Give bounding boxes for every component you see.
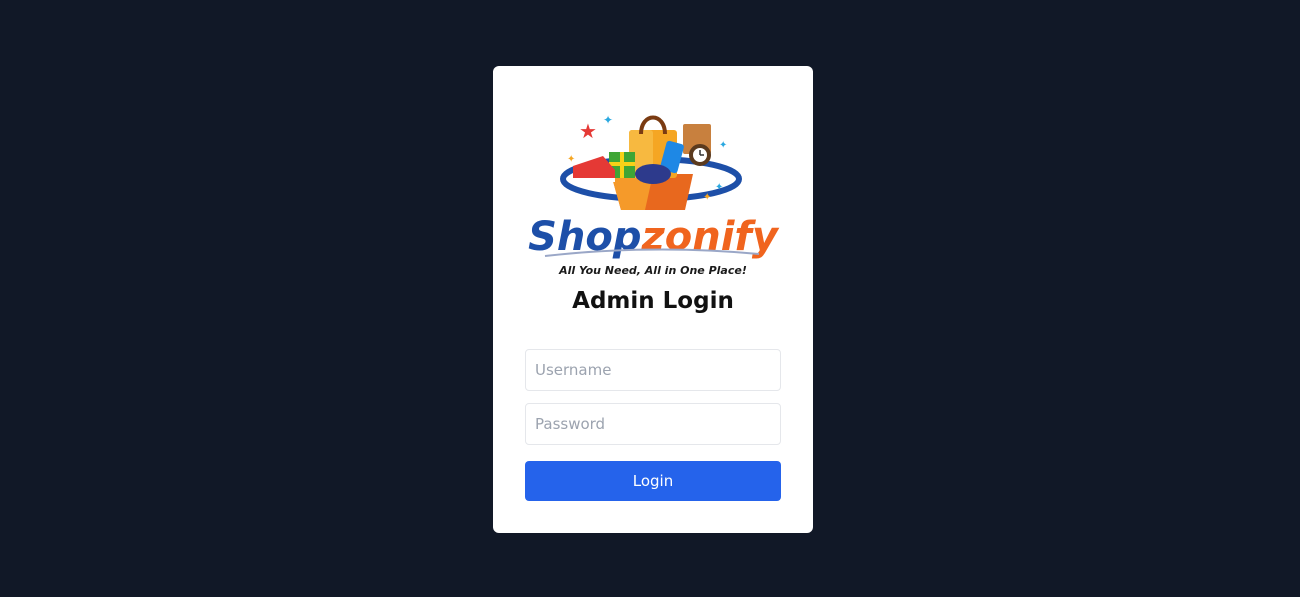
sparkle-icon: ✦ — [715, 182, 723, 193]
shopzonify-logo: ★ ✦ ✦ ✦ ✦ ✦ Shopzonify All You Need, All… — [523, 104, 783, 284]
sparkle-icon: ✦ — [703, 192, 711, 203]
sparkle-icon: ✦ — [603, 113, 613, 127]
username-input[interactable] — [525, 349, 781, 391]
login-card: ★ ✦ ✦ ✦ ✦ ✦ Shopzonify All You Need, All… — [493, 66, 813, 533]
sparkle-icon: ✦ — [719, 140, 727, 151]
brand-tagline: All You Need, All in One Place! — [558, 264, 747, 277]
password-input[interactable] — [525, 403, 781, 445]
gamepad-icon — [635, 164, 671, 184]
login-button[interactable]: Login — [525, 461, 781, 501]
page-title: Admin Login — [572, 288, 734, 314]
star-icon: ★ — [579, 119, 597, 143]
sparkle-icon: ✦ — [567, 154, 575, 165]
